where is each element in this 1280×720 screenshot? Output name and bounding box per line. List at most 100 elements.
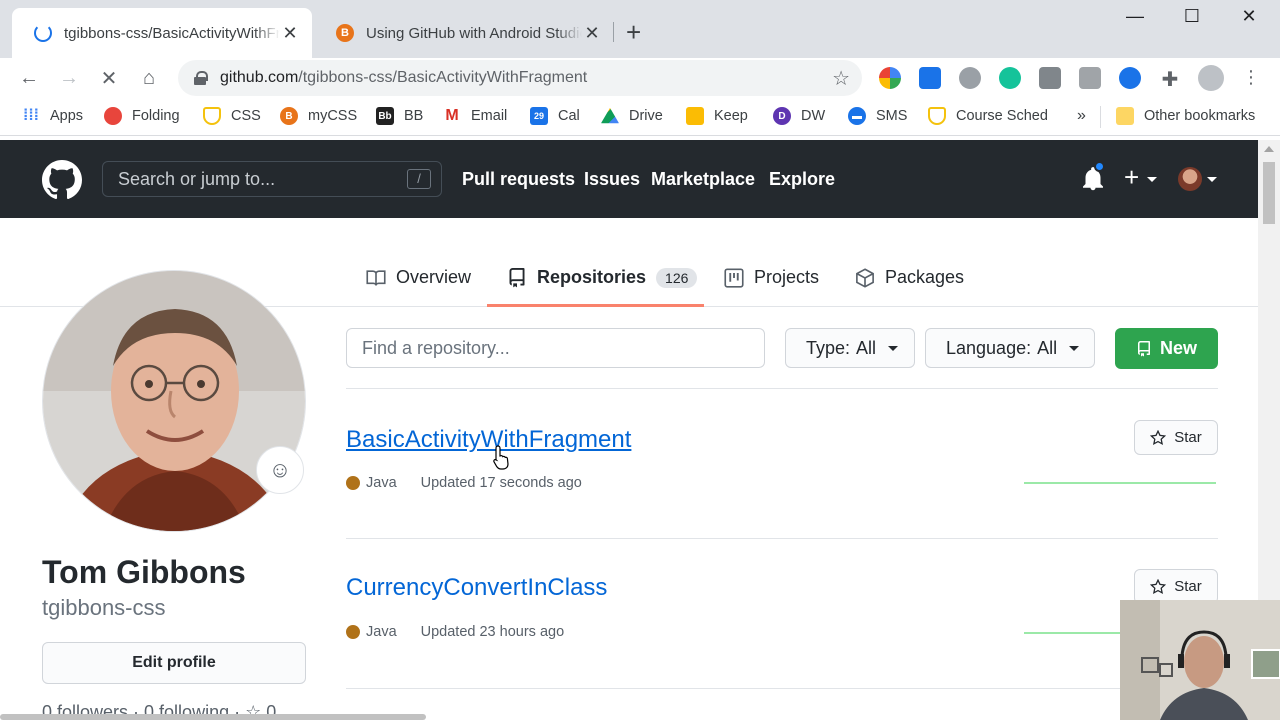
cast-icon[interactable] — [1079, 67, 1101, 89]
stop-loading-icon[interactable]: ✕ — [96, 65, 122, 91]
close-window-icon[interactable]: ✕ — [1229, 6, 1269, 27]
folder-icon — [1116, 107, 1134, 125]
github-search-input[interactable]: Search or jump to... / — [102, 161, 442, 197]
forward-icon[interactable]: → — [56, 65, 82, 91]
language-color-dot — [346, 476, 360, 490]
horizontal-scrollbar-thumb[interactable] — [0, 714, 426, 720]
bookmark-course-sched[interactable]: Course Sched — [928, 107, 1048, 125]
browser-tab-active[interactable]: tgibbons-css/BasicActivityWithFragment ✕ — [12, 8, 312, 58]
new-repository-button[interactable]: New — [1115, 328, 1218, 369]
url-text[interactable]: github.com/tgibbons-css/BasicActivityWit… — [220, 69, 832, 87]
create-new-icon[interactable]: + — [1124, 162, 1139, 193]
bookmark-drive[interactable]: Drive — [601, 107, 663, 125]
chevron-down-icon — [888, 345, 899, 351]
github-logo-icon[interactable] — [42, 160, 82, 200]
extension-color-icon[interactable] — [879, 67, 901, 89]
nav-issues[interactable]: Issues — [584, 169, 640, 190]
back-icon[interactable]: ← — [16, 65, 42, 91]
bookmark-folding[interactable]: Folding — [104, 107, 180, 125]
nav-explore[interactable]: Explore — [769, 169, 835, 190]
extensions-puzzle-icon[interactable]: ✚ — [1159, 67, 1181, 91]
bookmark-bb[interactable]: Bb BB — [376, 107, 423, 125]
profile-icon[interactable] — [1198, 65, 1224, 91]
set-status-smiley-icon[interactable]: ☺ — [256, 446, 304, 494]
list-divider — [346, 688, 1218, 689]
bookmark-star-icon[interactable]: ☆ — [832, 66, 850, 91]
nav-pull-requests[interactable]: Pull requests — [462, 169, 575, 190]
repo-icon — [1137, 340, 1150, 356]
bookmark-separator — [1100, 106, 1101, 128]
type-filter-select[interactable]: Type: All — [785, 328, 915, 368]
bookmark-cal[interactable]: 29 Cal — [530, 107, 580, 125]
profile-avatar[interactable] — [42, 270, 306, 532]
keep-icon — [686, 107, 704, 125]
new-tab-icon[interactable]: + — [626, 19, 641, 45]
browser-tab[interactable]: B Using GitHub with Android Studio ✕ — [314, 8, 614, 58]
bookmark-dw[interactable]: D DW — [773, 107, 825, 125]
bookmark-css[interactable]: CSS — [203, 107, 261, 125]
maximize-icon[interactable]: ☐ — [1172, 6, 1212, 27]
bookmark-other[interactable]: Other bookmarks — [1116, 107, 1255, 125]
sms-icon: ▬ — [848, 107, 866, 125]
list-divider — [346, 388, 1218, 389]
tab-packages[interactable]: Packages — [855, 267, 964, 288]
extension-contact-icon[interactable] — [1039, 67, 1061, 89]
repo-language: Java — [366, 475, 397, 491]
minimize-icon[interactable]: — — [1115, 6, 1155, 27]
grammarly-icon[interactable] — [999, 67, 1021, 89]
extension-window-icon[interactable] — [919, 67, 941, 89]
extension-gear-icon[interactable] — [959, 67, 981, 89]
bookmark-mycss[interactable]: B myCSS — [280, 107, 357, 125]
bb-icon: Bb — [376, 107, 394, 125]
repo-link[interactable]: CurrencyConvertInClass — [346, 574, 607, 602]
repo-meta: Java Updated 23 hours ago — [346, 624, 564, 640]
github-header: Search or jump to... / Pull requests Iss… — [0, 140, 1258, 218]
language-filter-select[interactable]: Language: All — [925, 328, 1095, 368]
browser-toolbar: ← → ✕ ⌂ github.com/tgibbons-css/BasicAct… — [0, 58, 1280, 98]
repo-link[interactable]: BasicActivityWithFragment — [346, 426, 631, 454]
webcam-video — [1120, 600, 1280, 720]
scrollbar-thumb[interactable] — [1263, 162, 1275, 224]
find-repository-input[interactable]: Find a repository... — [346, 328, 765, 368]
scroll-up-icon[interactable] — [1264, 146, 1274, 152]
profile-login: tgibbons-css — [42, 595, 166, 620]
profile-photo — [43, 271, 305, 531]
extension-blue-icon[interactable] — [1119, 67, 1141, 89]
star-button[interactable]: Star — [1134, 420, 1218, 455]
tab-repositories[interactable]: Repositories 126 — [507, 267, 698, 288]
repo-meta: Java Updated 17 seconds ago — [346, 475, 582, 491]
close-tab-icon[interactable]: ✕ — [582, 23, 602, 44]
edit-profile-button[interactable]: Edit profile — [42, 642, 306, 684]
home-icon[interactable]: ⌂ — [136, 65, 162, 91]
more-bookmarks-icon[interactable]: » — [1077, 107, 1086, 125]
star-icon — [1150, 429, 1167, 445]
bookmark-sms[interactable]: ▬ SMS — [848, 107, 907, 125]
tab-separator — [613, 22, 614, 42]
bookmark-apps[interactable]: ⁞⁞⁞ Apps — [22, 107, 83, 125]
loading-spinner-icon — [34, 24, 52, 42]
chevron-down-icon — [1147, 177, 1157, 182]
repo-icon — [509, 267, 525, 287]
bookmark-keep[interactable]: Keep — [686, 107, 748, 125]
shield-icon — [928, 107, 946, 125]
tab-title: tgibbons-css/BasicActivityWithFragment — [64, 24, 280, 42]
nav-marketplace[interactable]: Marketplace — [651, 169, 755, 190]
close-tab-icon[interactable]: ✕ — [280, 23, 300, 44]
hand-cursor-icon — [493, 445, 509, 470]
profile-name: Tom Gibbons — [42, 554, 246, 590]
address-bar[interactable]: github.com/tgibbons-css/BasicActivityWit… — [178, 60, 862, 96]
tab-overview[interactable]: Overview — [366, 267, 471, 288]
list-divider — [346, 538, 1218, 539]
lock-icon — [194, 71, 208, 85]
star-button[interactable]: Star — [1134, 569, 1218, 604]
bookmark-email[interactable]: M Email — [443, 107, 507, 125]
package-icon — [856, 267, 874, 288]
browser-tabstrip: tgibbons-css/BasicActivityWithFragment ✕… — [0, 0, 1280, 58]
activity-sparkline — [1024, 482, 1216, 484]
avatar[interactable] — [1178, 167, 1202, 191]
tab-projects[interactable]: Projects — [724, 267, 819, 288]
repo-count-badge: 126 — [656, 267, 698, 288]
chrome-menu-icon[interactable]: ⋮ — [1240, 67, 1262, 89]
bb-favicon-icon: B — [336, 24, 354, 42]
project-icon — [724, 267, 744, 288]
